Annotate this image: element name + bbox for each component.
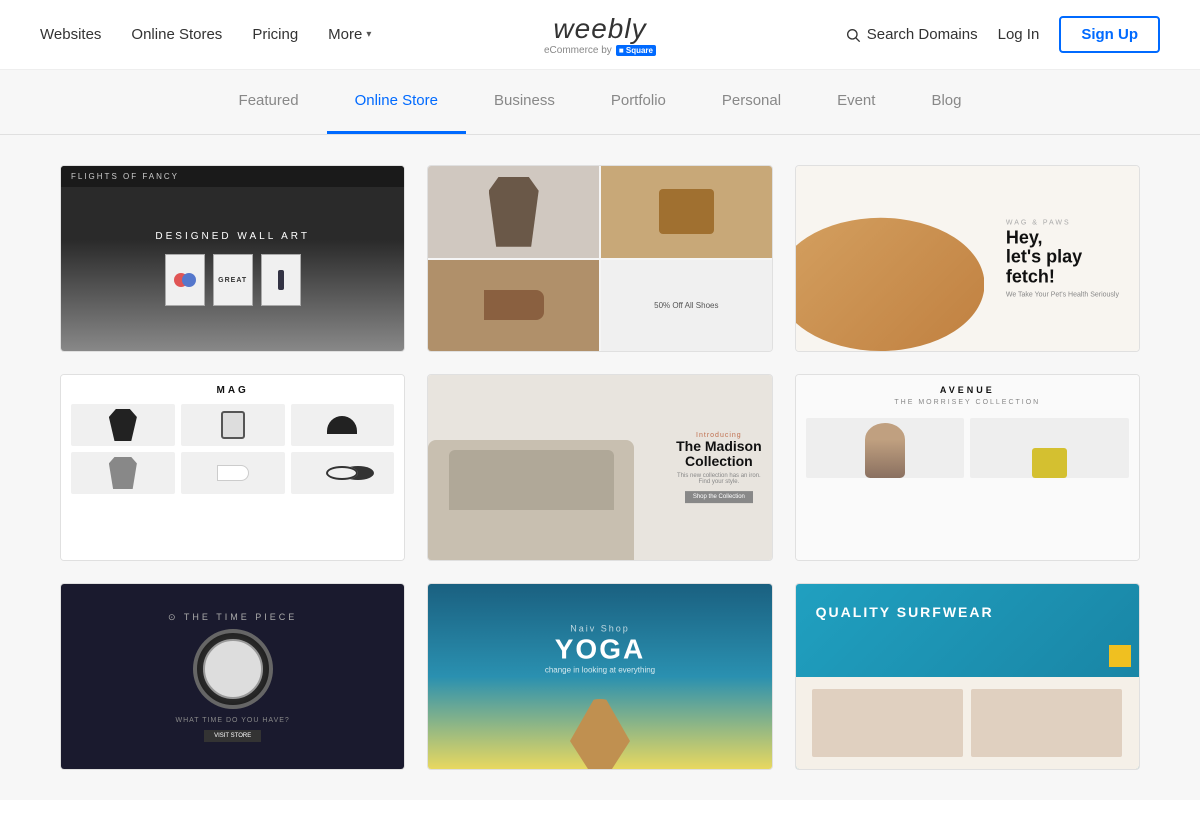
mag-title: MAG <box>216 385 248 396</box>
yoga-sub: change in looking at everything <box>545 665 655 674</box>
flights-fancy-subtitle: DESIGNED WALL ART <box>155 231 310 242</box>
tab-online-store[interactable]: Online Store <box>327 70 466 134</box>
yoga-person <box>570 699 630 769</box>
template-card-wag-paws[interactable]: WAG & PAWS Hey,let's playfetch! We Take … <box>795 165 1140 352</box>
template-card-flights-fancy[interactable]: FLIGHTS OF FANCY DESIGNED WALL ART GREAT <box>60 165 405 352</box>
template-preview-timepiece: ⊙ THE TIME PIECE WHAT TIME DO YOU HAVE? … <box>61 584 404 769</box>
timepiece-title: ⊙ THE TIME PIECE <box>168 612 297 623</box>
madison-sub: This new collection has an iron.Find you… <box>676 473 762 485</box>
template-card-madison[interactable]: Introducing The MadisonCollection This n… <box>427 374 772 561</box>
template-card-timepiece[interactable]: ⊙ THE TIME PIECE WHAT TIME DO YOU HAVE? … <box>60 583 405 770</box>
mag-product-shoe <box>181 452 285 494</box>
tab-event[interactable]: Event <box>809 70 903 134</box>
header-actions: Search Domains Log In Sign Up <box>845 16 1160 53</box>
tabs-container: Featured Online Store Business Portfolio… <box>0 70 1200 134</box>
madison-sofa <box>428 440 634 560</box>
logo-brand: weebly <box>544 13 656 45</box>
search-domains-button[interactable]: Search Domains <box>845 26 978 43</box>
surf-product-1 <box>812 689 963 757</box>
square-badge: ■ Square <box>616 45 656 56</box>
xander-shoes <box>428 260 599 352</box>
wag-text: WAG & PAWS Hey,let's playfetch! We Take … <box>1006 219 1119 298</box>
xander-bag <box>601 166 772 258</box>
wag-dog-image <box>796 203 985 351</box>
mag-product-hat <box>291 404 395 446</box>
mag-product-watch <box>181 404 285 446</box>
template-preview-xander: 50% Off All Shoes <box>428 166 771 351</box>
template-card-avenue[interactable]: AVENUE THE MORRISEY COLLECTION <box>795 374 1140 561</box>
wag-subtitle: We Take Your Pet's Health Seriously <box>1006 291 1119 298</box>
template-preview-mag: MAG <box>61 375 404 560</box>
flights-fancy-titlebar: FLIGHTS OF FANCY <box>61 166 404 187</box>
template-card-xander[interactable]: 50% Off All Shoes <box>427 165 772 352</box>
category-tabs: Featured Online Store Business Portfolio… <box>0 70 1200 135</box>
tab-personal[interactable]: Personal <box>694 70 809 134</box>
frame-2: GREAT <box>213 254 253 306</box>
yoga-text: Naiv Shop YOGA change in looking at ever… <box>545 623 655 674</box>
timepiece-cta[interactable]: VISIT STORE <box>204 730 261 742</box>
template-preview-flights-fancy: FLIGHTS OF FANCY DESIGNED WALL ART GREAT <box>61 166 404 351</box>
mag-product-glasses <box>291 452 395 494</box>
template-preview-yoga: Naiv Shop YOGA change in looking at ever… <box>428 584 771 769</box>
madison-title: The MadisonCollection <box>676 439 762 470</box>
tab-featured[interactable]: Featured <box>211 70 327 134</box>
tab-business[interactable]: Business <box>466 70 583 134</box>
search-icon <box>845 27 861 43</box>
mag-product-jacket <box>71 452 175 494</box>
template-card-surf[interactable]: QUALITY SURFWEAR <box>795 583 1140 770</box>
template-grid-section: FLIGHTS OF FANCY DESIGNED WALL ART GREAT <box>0 135 1200 800</box>
nav-more[interactable]: More ▾ <box>328 26 371 43</box>
xander-jacket <box>428 166 599 258</box>
frame-3 <box>261 254 301 306</box>
header: Websites Online Stores Pricing More ▾ we… <box>0 0 1200 70</box>
surf-products <box>796 677 1139 770</box>
template-preview-avenue: AVENUE THE MORRISEY COLLECTION <box>796 375 1139 560</box>
tab-portfolio[interactable]: Portfolio <box>583 70 694 134</box>
xander-promo: 50% Off All Shoes <box>601 260 772 352</box>
logo-sub: eCommerce by ■ Square <box>544 45 656 56</box>
timepiece-sub: WHAT TIME DO YOU HAVE? <box>176 717 290 724</box>
flights-fancy-frames: GREAT <box>165 254 301 306</box>
template-grid: FLIGHTS OF FANCY DESIGNED WALL ART GREAT <box>60 165 1140 770</box>
timepiece-watch <box>193 629 273 709</box>
sunflower-accent <box>1109 645 1131 667</box>
surf-title: QUALITY SURFWEAR <box>816 604 994 620</box>
tab-blog[interactable]: Blog <box>903 70 989 134</box>
mag-product-shirt <box>71 404 175 446</box>
mag-products <box>71 404 394 494</box>
surf-text: QUALITY SURFWEAR <box>816 604 994 620</box>
template-card-mag[interactable]: MAG <box>60 374 405 561</box>
yoga-title: YOGA <box>545 633 655 665</box>
madison-cta[interactable]: Shop the Collection <box>685 491 753 503</box>
nav-websites[interactable]: Websites <box>40 26 101 43</box>
template-preview-surf: QUALITY SURFWEAR <box>796 584 1139 769</box>
template-card-yoga[interactable]: Naiv Shop YOGA change in looking at ever… <box>427 583 772 770</box>
avenue-woman <box>806 418 965 478</box>
watch-face <box>203 639 263 699</box>
avenue-products <box>806 418 1129 478</box>
main-nav: Websites Online Stores Pricing More ▾ <box>40 26 371 43</box>
surf-product-2 <box>971 689 1122 757</box>
madison-text: Introducing The MadisonCollection This n… <box>676 432 762 504</box>
signup-button[interactable]: Sign Up <box>1059 16 1160 53</box>
avenue-title: AVENUE <box>940 385 995 395</box>
avenue-bag <box>970 418 1129 478</box>
logo[interactable]: weebly eCommerce by ■ Square <box>544 13 656 56</box>
frame-1 <box>165 254 205 306</box>
nav-online-stores[interactable]: Online Stores <box>131 26 222 43</box>
template-preview-madison: Introducing The MadisonCollection This n… <box>428 375 771 560</box>
avenue-collection: THE MORRISEY COLLECTION <box>894 399 1040 406</box>
chevron-down-icon: ▾ <box>366 29 371 40</box>
login-button[interactable]: Log In <box>998 26 1040 43</box>
nav-pricing[interactable]: Pricing <box>252 26 298 43</box>
template-preview-wag-paws: WAG & PAWS Hey,let's playfetch! We Take … <box>796 166 1139 351</box>
